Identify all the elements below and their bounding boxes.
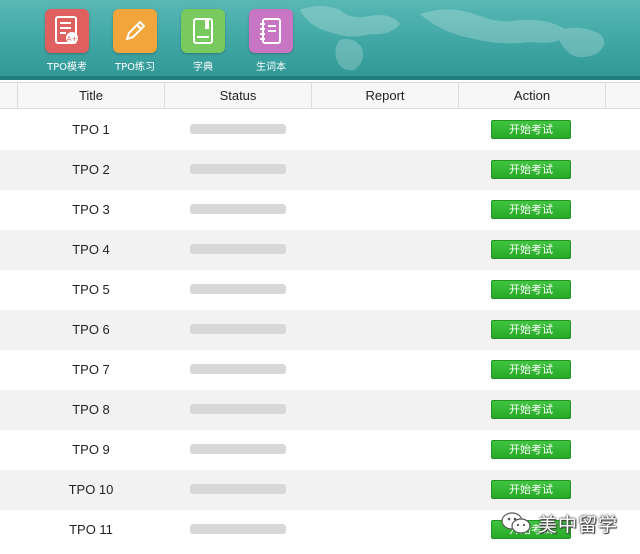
nav-label: TPO练习 [114, 62, 155, 73]
nav-label: TPO模考 [46, 62, 87, 73]
tpo-title: TPO 9 [72, 442, 110, 457]
tpo-title: TPO 6 [72, 322, 110, 337]
toolbar-divider [0, 76, 640, 80]
tpo-title: TPO 3 [72, 202, 110, 217]
nav-tpo-practice[interactable]: TPO练习 [97, 9, 173, 75]
table-row: TPO 4 开始考试 [0, 230, 640, 270]
tpo-title: TPO 2 [72, 162, 110, 177]
top-toolbar: A+ TPO模考 TPO练习 字典 生词本 [0, 0, 640, 80]
start-exam-button[interactable]: 开始考试 [491, 120, 571, 139]
nav-vocabulary-notebook[interactable]: 生词本 [233, 9, 309, 75]
start-exam-button[interactable]: 开始考试 [491, 280, 571, 299]
dictionary-book-icon [181, 9, 225, 53]
start-exam-button[interactable]: 开始考试 [491, 400, 571, 419]
table-row: TPO 2 开始考试 [0, 150, 640, 190]
wechat-watermark: 美中留学 [500, 506, 618, 540]
tpo-title: TPO 5 [72, 282, 110, 297]
status-placeholder [190, 244, 286, 254]
table-row: TPO 1 开始考试 [0, 110, 640, 150]
table-header: Title Status Report Action [0, 82, 640, 109]
column-header-action[interactable]: Action [458, 83, 605, 109]
column-header-report[interactable]: Report [311, 83, 458, 109]
svg-text:A+: A+ [67, 35, 78, 43]
table-row: TPO 9 开始考试 [0, 430, 640, 470]
start-exam-button[interactable]: 开始考试 [491, 440, 571, 459]
start-exam-button[interactable]: 开始考试 [491, 240, 571, 259]
table-row: TPO 5 开始考试 [0, 270, 640, 310]
start-exam-button[interactable]: 开始考试 [491, 320, 571, 339]
watermark-text: 美中留学 [538, 513, 619, 536]
status-placeholder [190, 164, 286, 174]
column-header-spacer [605, 83, 640, 109]
pencil-icon [113, 9, 157, 53]
table-row: TPO 8 开始考试 [0, 390, 640, 430]
status-placeholder [190, 204, 286, 214]
table-row: TPO 10 开始考试 [0, 470, 640, 510]
status-placeholder [190, 484, 286, 494]
status-placeholder [190, 364, 286, 374]
start-exam-button[interactable]: 开始考试 [491, 200, 571, 219]
start-exam-button[interactable]: 开始考试 [491, 480, 571, 499]
nav-dictionary[interactable]: 字典 [165, 9, 241, 75]
tpo-title: TPO 4 [72, 242, 110, 257]
status-placeholder [190, 404, 286, 414]
table-row: TPO 6 开始考试 [0, 310, 640, 350]
nav-label: 生词本 [256, 62, 286, 73]
tpo-title: TPO 8 [72, 402, 110, 417]
tpo-title: TPO 11 [69, 522, 113, 537]
column-header-title[interactable]: Title [17, 83, 164, 109]
exam-sheet-icon: A+ [45, 9, 89, 53]
tpo-title: TPO 1 [72, 122, 110, 137]
tpo-title: TPO 10 [68, 482, 114, 497]
start-exam-button[interactable]: 开始考试 [491, 360, 571, 379]
tpo-title: TPO 7 [72, 362, 110, 377]
column-header-status[interactable]: Status [164, 83, 311, 109]
status-placeholder [190, 524, 286, 534]
table-row: TPO 7 开始考试 [0, 350, 640, 390]
nav-tpo-mock-exam[interactable]: A+ TPO模考 [29, 9, 105, 75]
nav-label: 字典 [193, 62, 213, 73]
status-placeholder [190, 444, 286, 454]
status-placeholder [190, 284, 286, 294]
start-exam-button[interactable]: 开始考试 [491, 160, 571, 179]
table-row: TPO 3 开始考试 [0, 190, 640, 230]
status-placeholder [190, 324, 286, 334]
notebook-icon [249, 9, 293, 53]
wechat-icon [501, 512, 531, 534]
status-placeholder [190, 124, 286, 134]
